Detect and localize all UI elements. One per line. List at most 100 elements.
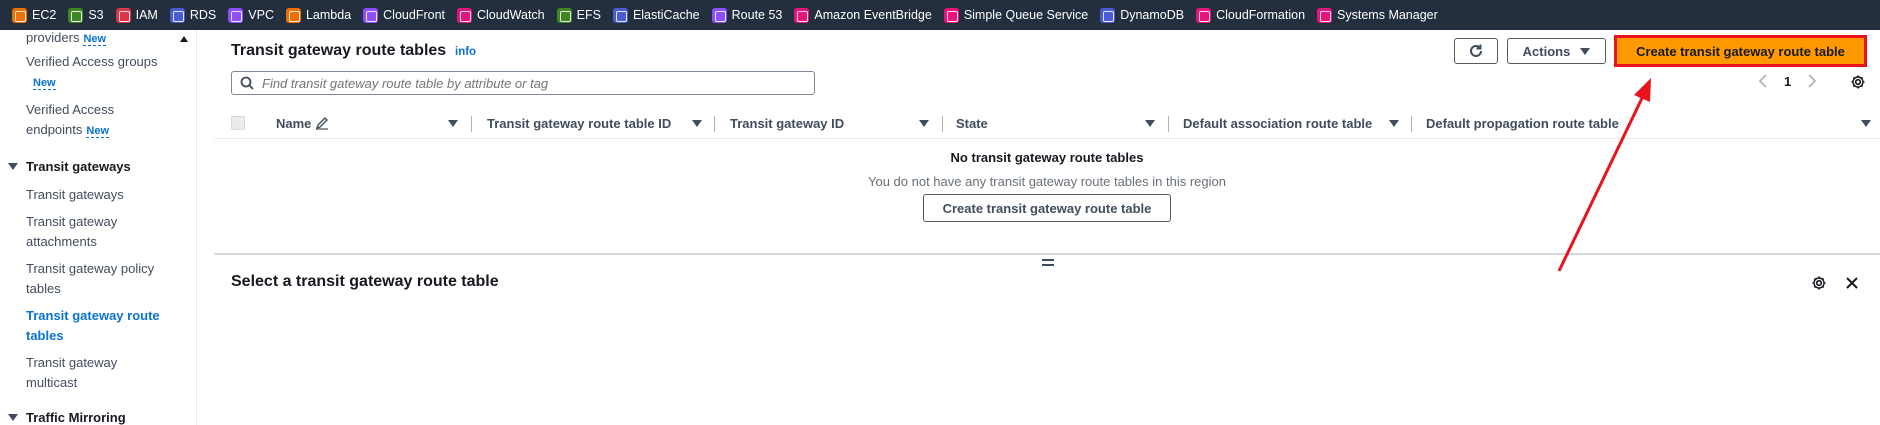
section-label: Traffic Mirroring <box>26 410 126 425</box>
sort-down-icon[interactable] <box>1145 120 1155 127</box>
favorite-route53[interactable]: Route 53 <box>711 0 783 30</box>
favorites-bar: EC2 S3 IAM RDS VPC Lambda CloudFront Clo… <box>0 0 1880 30</box>
favorite-cloudwatch[interactable]: CloudWatch <box>457 0 545 30</box>
page-title: Transit gateway route tables <box>231 42 447 59</box>
favorite-label: CloudFront <box>383 8 445 22</box>
sort-down-icon[interactable] <box>1389 120 1399 127</box>
sqs-icon <box>943 7 959 23</box>
column-header-state[interactable]: State <box>956 107 988 139</box>
sort-down-icon[interactable] <box>1861 120 1871 127</box>
column-header-default-association[interactable]: Default association route table <box>1183 107 1372 139</box>
column-label: State <box>956 115 988 131</box>
iam-icon <box>115 7 131 23</box>
empty-state-title: No transit gateway route tables <box>950 150 1144 165</box>
table-preferences-button[interactable] <box>1850 74 1866 90</box>
split-panel-title: Select a transit gateway route table <box>231 273 499 290</box>
sort-down-icon[interactable] <box>448 120 458 127</box>
empty-state-create-label: Create transit gateway route table <box>942 200 1152 216</box>
column-header-transit-gateway-id[interactable]: Transit gateway ID <box>730 107 844 139</box>
favorite-eventbridge[interactable]: Amazon EventBridge <box>794 0 932 30</box>
sidebar-item-transit-gateway-attachments[interactable]: Transit gateway attachments <box>26 212 136 252</box>
pagination: 1 <box>1754 71 1821 91</box>
select-all-checkbox[interactable] <box>231 116 245 130</box>
section-label: Transit gateways <box>26 159 131 174</box>
sidebar-item-transit-gateway-multicast[interactable]: Transit gateway multicast <box>26 353 136 393</box>
sidebar-item-providers[interactable]: providers New <box>26 30 176 49</box>
favorite-label: Route 53 <box>731 8 783 22</box>
main-content: Transit gateway route tables info Action… <box>214 30 1880 425</box>
column-header-route-table-id[interactable]: Transit gateway route table ID <box>487 107 671 139</box>
column-label: Transit gateway route table ID <box>487 115 672 131</box>
column-divider[interactable] <box>714 116 715 132</box>
scroll-up-icon[interactable] <box>180 36 188 42</box>
resize-handle-icon[interactable] <box>1042 259 1054 266</box>
column-divider[interactable] <box>942 116 943 132</box>
caret-down-icon <box>8 163 18 170</box>
favorite-dynamodb[interactable]: DynamoDB <box>1100 0 1184 30</box>
sidebar-item-transit-gateway-route-tables[interactable]: Transit gateway route tables <box>26 306 176 346</box>
lambda-icon <box>285 7 301 23</box>
favorite-systems-manager[interactable]: Systems Manager <box>1317 0 1438 30</box>
sidebar-item-label: Transit gateway route tables <box>26 308 160 343</box>
favorite-label: RDS <box>189 8 217 22</box>
column-header-name[interactable]: Name <box>276 107 329 139</box>
sidebar-item-verified-access-groups[interactable]: Verified Access groups New <box>26 52 176 93</box>
favorite-elasticache[interactable]: ElastiCache <box>612 0 700 30</box>
create-route-table-button[interactable]: Create transit gateway route table <box>1614 35 1867 67</box>
cloudfront-icon <box>363 7 379 23</box>
sidebar-section-transit-gateways[interactable]: Transit gateways <box>8 159 131 174</box>
favorite-cloudformation[interactable]: CloudFormation <box>1196 0 1305 30</box>
sidebar-item-verified-access-endpoints[interactable]: Verified Access endpoints New <box>26 100 176 141</box>
sort-down-icon[interactable] <box>919 120 929 127</box>
s3-icon <box>68 7 84 23</box>
caret-down-icon <box>1580 47 1591 55</box>
vpc-icon <box>228 7 244 23</box>
favorite-efs[interactable]: EFS <box>556 0 601 30</box>
favorite-cloudfront[interactable]: CloudFront <box>363 0 445 30</box>
favorite-ec2[interactable]: EC2 <box>12 0 56 30</box>
favorite-label: Lambda <box>305 8 352 22</box>
empty-state-create-button[interactable]: Create transit gateway route table <box>923 194 1171 222</box>
search-input[interactable] <box>262 75 802 91</box>
favorite-label: CloudWatch <box>477 8 545 22</box>
favorite-sqs[interactable]: Simple Queue Service <box>943 0 1089 30</box>
info-link[interactable]: info <box>455 46 476 58</box>
cloudwatch-icon <box>457 7 472 23</box>
sidebar-item-label: providers <box>26 30 80 45</box>
sort-down-icon[interactable] <box>692 120 702 127</box>
close-icon <box>1846 277 1858 289</box>
split-panel-close-button[interactable] <box>1844 275 1860 291</box>
refresh-icon <box>1470 44 1482 57</box>
sidebar-section-traffic-mirroring[interactable]: Traffic Mirroring <box>8 410 126 425</box>
new-badge: New <box>83 33 107 46</box>
previous-page-button[interactable] <box>1754 71 1772 91</box>
refresh-button[interactable] <box>1454 38 1498 64</box>
split-panel-preferences-button[interactable] <box>1811 275 1827 291</box>
favorite-iam[interactable]: IAM <box>115 0 158 30</box>
column-divider[interactable] <box>471 116 472 132</box>
favorite-s3[interactable]: S3 <box>68 0 104 30</box>
actions-dropdown[interactable]: Actions <box>1507 38 1606 64</box>
sidebar-item-label: Transit gateway multicast <box>26 355 118 390</box>
sidebar-item-transit-gateways[interactable]: Transit gateways <box>26 185 176 205</box>
favorite-label: DynamoDB <box>1120 8 1185 22</box>
caret-down-icon <box>8 414 18 421</box>
ec2-icon <box>12 7 27 23</box>
efs-icon <box>556 7 572 23</box>
favorite-rds[interactable]: RDS <box>169 0 217 30</box>
search-field[interactable] <box>231 71 815 95</box>
favorite-label: EFS <box>576 8 601 22</box>
create-route-table-label: Create transit gateway route table <box>1636 43 1845 59</box>
route53-icon <box>711 7 727 23</box>
column-divider[interactable] <box>1168 116 1169 132</box>
column-divider[interactable] <box>1411 116 1412 132</box>
favorite-lambda[interactable]: Lambda <box>285 0 352 30</box>
favorite-label: Simple Queue Service <box>963 8 1089 22</box>
page-number[interactable]: 1 <box>1784 74 1791 89</box>
favorite-vpc[interactable]: VPC <box>228 0 274 30</box>
dynamodb-icon <box>1100 7 1116 23</box>
sidebar-item-transit-gateway-policy-tables[interactable]: Transit gateway policy tables <box>26 259 166 299</box>
column-header-default-propagation[interactable]: Default propagation route table <box>1426 107 1619 139</box>
next-page-button[interactable] <box>1803 71 1821 91</box>
search-icon <box>240 76 254 90</box>
